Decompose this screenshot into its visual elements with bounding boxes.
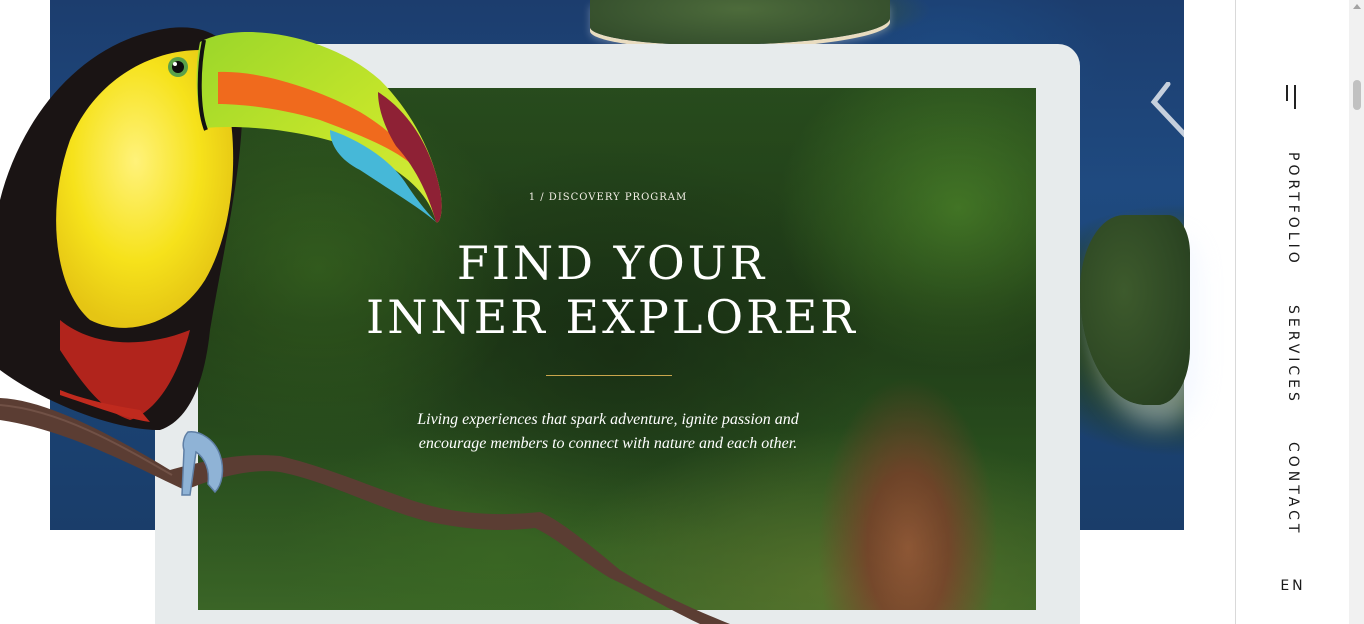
menu-icon[interactable] [1286,85,1300,109]
scroll-up-arrow-icon[interactable] [1353,4,1361,9]
toucan-illustration [0,27,730,624]
page-scrollbar[interactable] [1349,0,1364,624]
nav-link-contact[interactable]: CONTACT [1236,442,1350,536]
nav-link-services[interactable]: SERVICES [1236,305,1350,405]
page: 1 / DISCOVERY PROGRAM FIND YOUR INNER EX… [0,0,1364,624]
language-switcher[interactable]: EN [1236,578,1350,594]
nav-link-portfolio[interactable]: PORTFOLIO [1236,152,1350,267]
wave-crest [1150,82,1189,138]
branch [0,398,730,624]
scroll-thumb[interactable] [1353,80,1361,110]
side-navigation: PORTFOLIO SERVICES CONTACT EN [1235,0,1349,624]
